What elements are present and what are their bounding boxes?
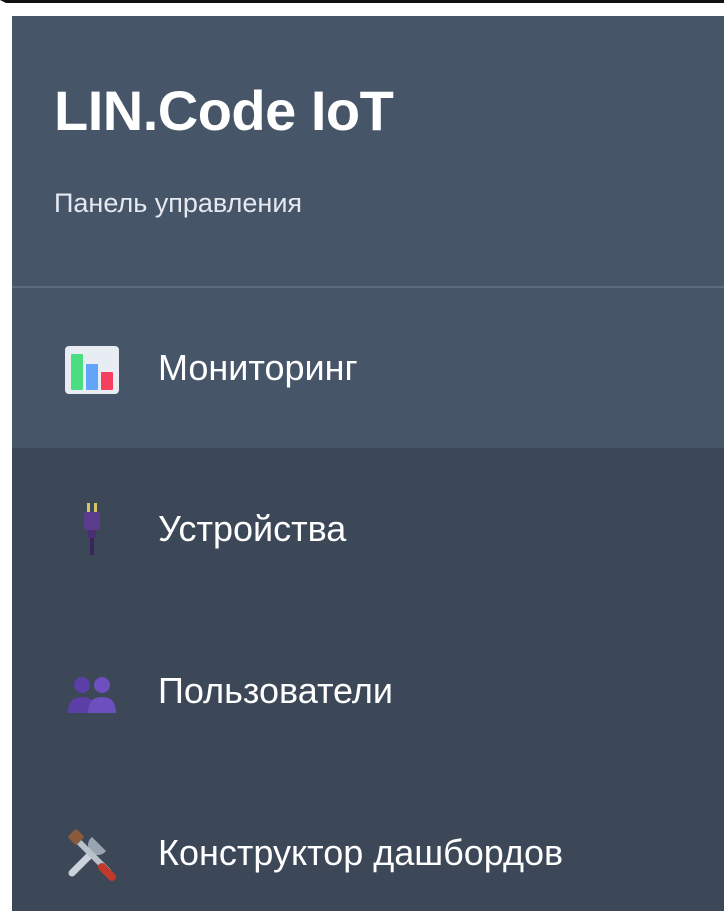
sidebar-item-label: Мониторинг [158, 347, 358, 388]
sidebar-item-dashboard-builder[interactable]: Конструктор дашбордов [12, 772, 724, 911]
sidebar: LIN.Code IoT Панель управления Мониторин… [12, 16, 724, 911]
users-icon [62, 661, 122, 721]
sidebar-item-label: Устройства [158, 508, 347, 549]
plug-icon [62, 499, 122, 559]
sidebar-item-label: Пользователи [158, 670, 393, 711]
app-title: LIN.Code IoT [54, 79, 394, 142]
tools-icon [62, 823, 122, 883]
app-subtitle: Панель управления [54, 188, 303, 218]
sidebar-item-label: Конструктор дашбордов [158, 832, 564, 873]
sidebar-nav: Мониторинг Устройства Пользователи Конст… [12, 288, 724, 911]
sidebar-item-devices[interactable]: Устройства [12, 448, 724, 610]
window-frame: LIN.Code IoT Панель управления Мониторин… [0, 0, 724, 911]
sidebar-item-users[interactable]: Пользователи [12, 610, 724, 772]
bar-chart-icon [62, 338, 122, 398]
sidebar-header: LIN.Code IoT Панель управления [12, 16, 724, 286]
sidebar-item-monitoring[interactable]: Мониторинг [12, 288, 724, 448]
